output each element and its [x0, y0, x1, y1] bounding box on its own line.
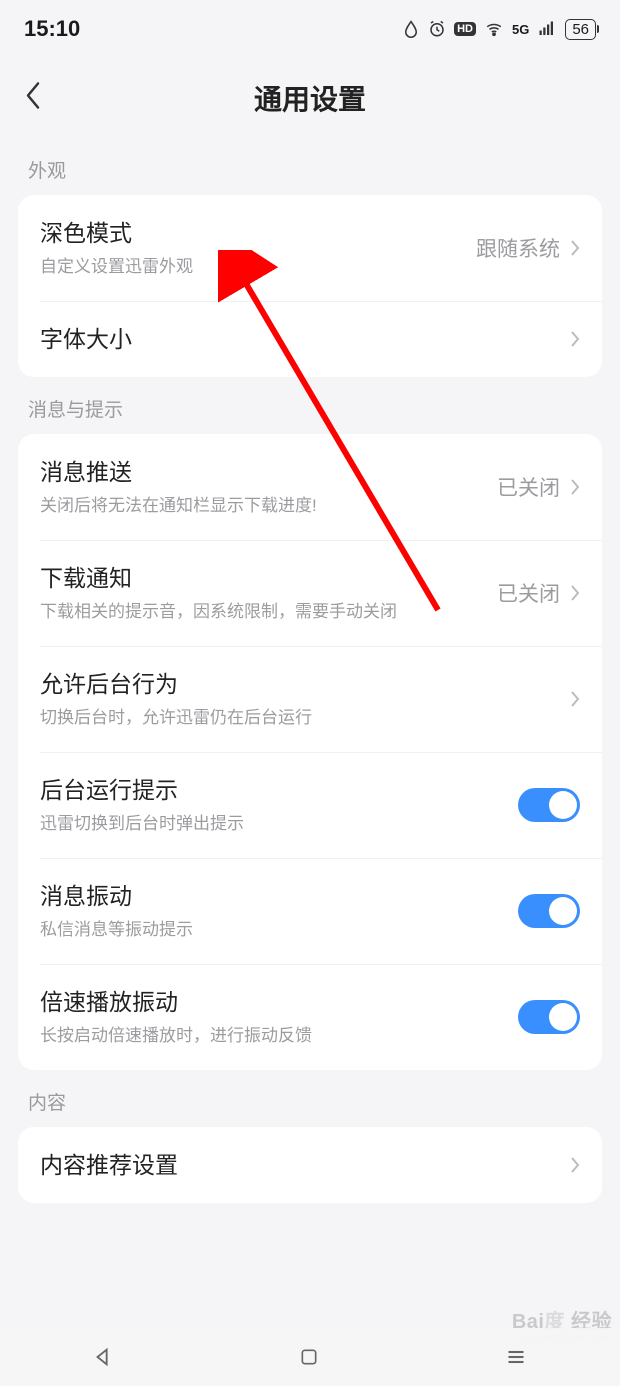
chevron-right-icon — [570, 330, 580, 348]
chevron-right-icon — [570, 239, 580, 257]
alarm-icon — [428, 20, 446, 38]
row-title: 下载通知 — [40, 562, 497, 594]
row-subtitle: 自定义设置迅雷外观 — [40, 255, 476, 279]
row-title: 倍速播放振动 — [40, 986, 518, 1018]
row-value: 已关闭 — [497, 578, 560, 608]
row-title: 允许后台行为 — [40, 668, 570, 700]
card-notifications: 消息推送 关闭后将无法在通知栏显示下载进度! 已关闭 下载通知 下载相关的提示音… — [18, 434, 602, 1070]
row-title: 消息推送 — [40, 456, 497, 488]
battery-indicator: 56 — [565, 19, 596, 40]
row-subtitle: 切换后台时，允许迅雷仍在后台运行 — [40, 706, 570, 730]
card-content: 内容推荐设置 — [18, 1127, 602, 1203]
row-push[interactable]: 消息推送 关闭后将无法在通知栏显示下载进度! 已关闭 — [18, 434, 602, 540]
toggle-vibrate-message[interactable] — [518, 894, 580, 928]
system-nav-bar — [0, 1328, 620, 1386]
row-content-recommend[interactable]: 内容推荐设置 — [18, 1127, 602, 1203]
toggle-vibrate-speed[interactable] — [518, 1000, 580, 1034]
row-vibrate-speed: 倍速播放振动 长按启动倍速播放时，进行振动反馈 — [18, 964, 602, 1070]
row-title: 深色模式 — [40, 217, 476, 249]
row-value: 跟随系统 — [476, 233, 560, 263]
row-background-prompt: 后台运行提示 迅雷切换到后台时弹出提示 — [18, 752, 602, 858]
section-header-content: 内容 — [18, 1070, 602, 1127]
row-subtitle: 迅雷切换到后台时弹出提示 — [40, 812, 518, 836]
title-bar: 通用设置 — [0, 58, 620, 138]
page-title: 通用设置 — [0, 78, 620, 118]
wifi-icon — [484, 20, 504, 38]
toggle-background-prompt[interactable] — [518, 788, 580, 822]
chevron-right-icon — [570, 690, 580, 708]
back-button[interactable] — [24, 81, 42, 116]
chevron-right-icon — [570, 1156, 580, 1174]
card-appearance: 深色模式 自定义设置迅雷外观 跟随系统 字体大小 — [18, 195, 602, 377]
row-vibrate-message: 消息振动 私信消息等振动提示 — [18, 858, 602, 964]
section-header-appearance: 外观 — [18, 138, 602, 195]
row-subtitle: 下载相关的提示音，因系统限制，需要手动关闭 — [40, 600, 497, 624]
row-subtitle: 私信消息等振动提示 — [40, 918, 518, 942]
row-title: 内容推荐设置 — [40, 1149, 570, 1181]
nav-back-icon[interactable] — [92, 1346, 114, 1368]
chevron-right-icon — [570, 584, 580, 602]
row-font-size[interactable]: 字体大小 — [18, 301, 602, 377]
row-value: 已关闭 — [497, 472, 560, 502]
nav-home-icon[interactable] — [299, 1347, 319, 1367]
row-subtitle: 关闭后将无法在通知栏显示下载进度! — [40, 494, 497, 518]
hd-icon: HD — [454, 22, 476, 36]
water-drop-icon — [402, 20, 420, 38]
row-download-notify[interactable]: 下载通知 下载相关的提示音，因系统限制，需要手动关闭 已关闭 — [18, 540, 602, 646]
row-dark-mode[interactable]: 深色模式 自定义设置迅雷外观 跟随系统 — [18, 195, 602, 301]
chevron-right-icon — [570, 478, 580, 496]
status-icons: HD 5G 56 — [402, 19, 596, 40]
section-header-notifications: 消息与提示 — [18, 377, 602, 434]
network-label: 5G — [512, 22, 529, 37]
row-title: 消息振动 — [40, 880, 518, 912]
row-title: 字体大小 — [40, 323, 570, 355]
nav-recent-icon[interactable] — [504, 1347, 528, 1367]
row-subtitle: 长按启动倍速播放时，进行振动反馈 — [40, 1024, 518, 1048]
status-bar: 15:10 HD 5G 56 — [0, 0, 620, 58]
status-time: 15:10 — [24, 16, 80, 42]
signal-icon — [537, 20, 557, 38]
row-title: 后台运行提示 — [40, 774, 518, 806]
row-background-behavior[interactable]: 允许后台行为 切换后台时，允许迅雷仍在后台运行 — [18, 646, 602, 752]
